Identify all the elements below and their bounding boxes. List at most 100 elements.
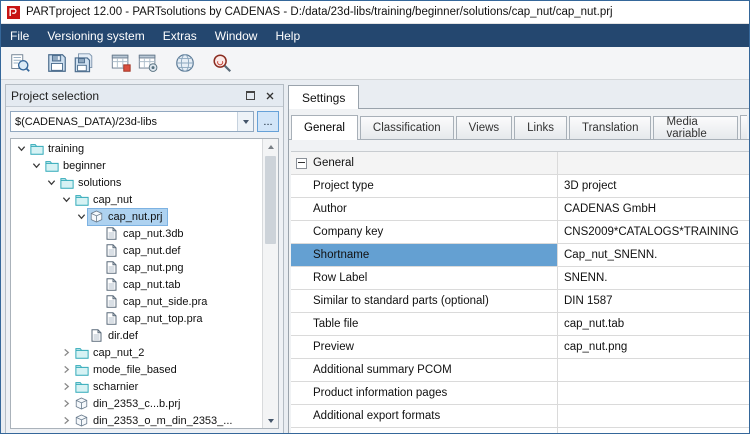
tree-item-core: cap_nut.def [103,243,186,259]
menu-item-extras[interactable]: Extras [154,24,206,47]
tree-item-core: mode_file_based [73,362,182,378]
tab-translation[interactable]: Translation [569,116,652,139]
property-label[interactable]: Author [291,198,558,220]
path-combobox[interactable]: $(CADENAS_DATA)/23d-libs [10,111,254,132]
tree-item-cap-nut-top-pra[interactable]: cap_nut_top.pra [11,310,263,327]
property-row-author: Author CADENAS GmbH [291,198,749,221]
panel-title: Project selection [11,88,100,103]
table-export-icon[interactable] [107,50,134,77]
tab-general[interactable]: General [291,115,358,140]
save-all-icon[interactable] [70,50,97,77]
property-label[interactable]: Similar to standard parts (optional) [291,290,558,312]
tree-item-cap-nut[interactable]: cap_nut [11,191,263,208]
tree-item-cap-nut-png[interactable]: cap_nut.png [11,259,263,276]
property-label[interactable]: Company key [291,221,558,243]
scroll-down-icon[interactable] [263,413,278,428]
path-value: $(CADENAS_DATA)/23d-libs [15,115,158,128]
menu-item-window[interactable]: Window [206,24,267,47]
search-project-icon[interactable] [6,50,33,77]
tree-item-label: dir.def [108,329,138,342]
menu-item-file[interactable]: File [1,24,38,47]
expand-icon[interactable] [60,399,73,408]
folder-icon [73,364,90,376]
property-value[interactable]: cap_nut.tab [558,313,749,335]
property-row-additional-datatables: Additional Datatables [291,428,749,433]
tree-item-label: cap_nut.tab [123,278,181,291]
expand-icon[interactable] [60,348,73,357]
property-value[interactable] [558,405,749,427]
property-value[interactable] [558,428,749,433]
tree-item-cap-nut-side-pra[interactable]: cap_nut_side.pra [11,293,263,310]
menu-item-versioning-system[interactable]: Versioning system [38,24,153,47]
expand-icon[interactable] [60,416,73,425]
group-value-cell [558,152,749,174]
property-label[interactable]: Additional export formats [291,405,558,427]
tree-item-mode-file-based[interactable]: mode_file_based [11,361,263,378]
expand-icon[interactable] [60,382,73,391]
tree-item-core: din_2353_o_m_din_2353_... [73,413,237,429]
tab-overflow-stub[interactable] [739,115,747,139]
folder-icon [58,177,75,189]
float-panel-icon[interactable] [242,88,259,104]
property-value[interactable]: 3D project [558,175,749,197]
menu-item-help[interactable]: Help [266,24,309,47]
tree-view: training beginner solutions cap_nut cap_nut.… [11,140,263,428]
tree-item-din-2353-c-b-prj[interactable]: din_2353_c...b.prj [11,395,263,412]
tree-item-core: din_2353_c...b.prj [73,396,185,412]
property-value[interactable]: SNENN. [558,267,749,289]
browse-button[interactable]: ... [257,111,279,132]
tab-media-variable[interactable]: Media variable [653,116,738,140]
tree-item-cap-nut-tab[interactable]: cap_nut.tab [11,276,263,293]
property-value[interactable]: cap_nut.png [558,336,749,358]
property-value[interactable]: DIN 1587 [558,290,749,312]
property-value[interactable]: Cap_nut_SNENN. [558,244,749,266]
close-panel-icon[interactable] [261,88,278,104]
combo-dropdown-icon[interactable] [237,112,253,131]
tree-item-solutions[interactable]: solutions [11,174,263,191]
tree-item-beginner[interactable]: beginner [11,157,263,174]
tree-scrollbar[interactable] [262,139,278,428]
property-value[interactable]: CNS2009*CATALOGS*TRAINING [558,221,749,243]
property-value[interactable] [558,359,749,381]
tree-item-cap-nut-3db[interactable]: cap_nut.3db [11,225,263,242]
scrollbar-thumb[interactable] [265,156,276,244]
menu-bar: File Versioning system Extras Window Help [1,24,749,47]
cube-icon [73,414,90,427]
tree-item-dir-def[interactable]: dir.def [11,327,263,344]
property-value[interactable] [558,382,749,404]
expand-icon[interactable] [60,365,73,374]
tree-item-scharnier[interactable]: scharnier [11,378,263,395]
collapse-icon[interactable] [15,144,28,153]
tree-item-cap-nut-def[interactable]: cap_nut.def [11,242,263,259]
property-label[interactable]: Row Label [291,267,558,289]
collapse-icon[interactable] [45,178,58,187]
collapse-group-icon[interactable] [296,157,307,169]
collapse-icon[interactable] [60,195,73,204]
file-icon [103,244,120,257]
save-icon[interactable] [43,50,70,77]
tree-item-training[interactable]: training [11,140,263,157]
property-label[interactable]: Project type [291,175,558,197]
property-label[interactable]: Additional Datatables [291,428,558,433]
property-label[interactable]: Additional summary PCOM [291,359,558,381]
file-icon [103,278,120,291]
globe-icon[interactable] [171,50,198,77]
table-import-icon[interactable] [134,50,161,77]
tree-item-cap-nut-prj[interactable]: cap_nut.prj [11,207,263,226]
collapse-icon[interactable] [30,161,43,170]
tab-views[interactable]: Views [455,116,513,139]
tab-links[interactable]: Links [514,116,567,139]
property-label[interactable]: Table file [291,313,558,335]
scroll-up-icon[interactable] [263,139,278,154]
tab-classification[interactable]: Classification [359,116,454,139]
property-label[interactable]: Product information pages [291,382,558,404]
property-value[interactable]: CADENAS GmbH [558,198,749,220]
collapse-icon[interactable] [75,212,88,221]
tree-item-din-2353-o-m-din-2353[interactable]: din_2353_o_m_din_2353_... [11,412,263,428]
quality-check-icon[interactable] [208,50,235,77]
property-group-row[interactable]: General [291,152,749,175]
property-label[interactable]: Shortname [291,244,558,266]
tree-item-cap-nut-2[interactable]: cap_nut_2 [11,344,263,361]
property-label[interactable]: Preview [291,336,558,358]
tab-settings[interactable]: Settings [288,85,360,109]
